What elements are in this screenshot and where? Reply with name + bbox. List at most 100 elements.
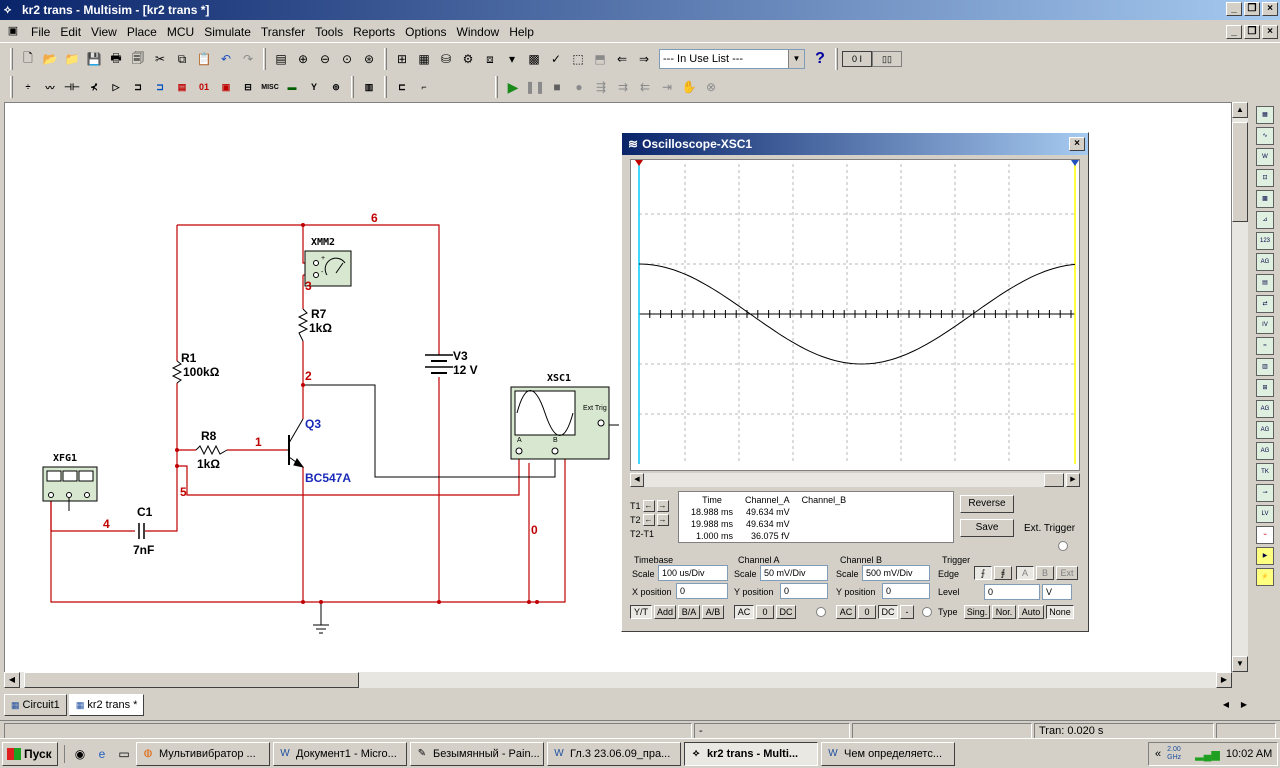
mcu-icon[interactable]: ▥ [358, 76, 380, 98]
ext-trigger-terminal[interactable] [1058, 541, 1068, 551]
menu-mcu[interactable]: MCU [162, 22, 199, 42]
internet-explorer-icon[interactable]: e [93, 745, 111, 763]
channel-b-zero-button[interactable]: 0 [858, 605, 876, 619]
postprocessor-icon[interactable]: ▩ [523, 48, 545, 70]
workspace-horizontal-scrollbar[interactable]: ◀ ▶ [4, 672, 1232, 688]
redo-icon[interactable]: ↷ [237, 48, 259, 70]
transistor-icon[interactable]: ⊀ [83, 76, 105, 98]
channel-a-dc-button[interactable]: DC [776, 605, 796, 619]
hierarchy-icon[interactable]: ⊞ [391, 48, 413, 70]
channel-b-dc-button[interactable]: DC [878, 605, 898, 619]
paste-icon[interactable]: 📋 [193, 48, 215, 70]
workspace-vertical-scrollbar[interactable]: ▲ ▼ [1232, 102, 1248, 672]
database-icon[interactable]: ⛁ [435, 48, 457, 70]
oscilloscope-close-button[interactable]: × [1069, 137, 1085, 151]
oscilloscope-display[interactable] [630, 159, 1080, 471]
simulate-switch-icon[interactable]: 0 I [842, 51, 872, 67]
mdi-restore-button[interactable]: ❐ [1244, 25, 1260, 39]
spreadsheet-icon[interactable]: ▦ [413, 48, 435, 70]
channel-a-terminal[interactable] [816, 607, 826, 617]
frequency-counter-icon[interactable]: 123 [1256, 232, 1274, 250]
distortion-analyzer-icon[interactable]: ≈ [1256, 337, 1274, 355]
mixed-icon[interactable]: 01 [193, 76, 215, 98]
agilent-scope-icon[interactable]: AG [1256, 442, 1274, 460]
restore-button[interactable]: ❐ [1244, 2, 1260, 16]
region-icon[interactable]: ⬚ [567, 48, 589, 70]
scroll-right-icon[interactable]: ▶ [1216, 672, 1232, 688]
multimeter-icon[interactable]: ▦ [1256, 106, 1274, 124]
ab-mode-button[interactable]: A/B [702, 605, 724, 619]
pause-icon[interactable]: ❚❚ [524, 76, 546, 98]
scroll-left-icon[interactable]: ◀ [630, 473, 644, 487]
step-over-icon[interactable]: ⇉ [612, 76, 634, 98]
iv-analyzer-icon[interactable]: IV [1256, 316, 1274, 334]
falling-edge-icon[interactable]: ⨎ [994, 566, 1012, 580]
labview-icon[interactable]: LV [1256, 505, 1274, 523]
advanced-peripherals-icon[interactable]: ▬ [281, 76, 303, 98]
wattmeter-icon[interactable]: W [1256, 148, 1274, 166]
menu-simulate[interactable]: Simulate [199, 22, 256, 42]
channel-b-invert-button[interactable]: - [900, 605, 914, 619]
menu-edit[interactable]: Edit [55, 22, 86, 42]
t1-left-arrow-icon[interactable]: ← [642, 500, 655, 512]
menu-transfer[interactable]: Transfer [256, 22, 310, 42]
task-word-question[interactable]: W Чем определяетс... [821, 741, 955, 766]
tab-next-icon[interactable]: ▶ [1236, 698, 1252, 712]
tektronix-scope-icon[interactable]: TK [1256, 463, 1274, 481]
t2-right-arrow-icon[interactable]: → [656, 514, 669, 526]
word-generator-icon[interactable]: AG [1256, 253, 1274, 271]
channel-a-ac-button[interactable]: AC [734, 605, 754, 619]
trigger-normal-button[interactable]: Nor. [992, 605, 1016, 619]
start-button[interactable]: Пуск [2, 741, 58, 766]
switch-toggle-icon[interactable]: ▯▯ [872, 51, 902, 67]
trigger-source-a-button[interactable]: A [1016, 566, 1034, 580]
logic-analyzer-icon[interactable]: ▤ [1256, 274, 1274, 292]
measurement-probe-icon[interactable]: ⊸ [1256, 484, 1274, 502]
toolbar-grip[interactable] [384, 76, 387, 98]
remove-breakpoints-icon[interactable]: ⊗ [700, 76, 722, 98]
back-annotate-icon[interactable]: ⇐ [611, 48, 633, 70]
new-file-icon[interactable]: 🗋 [17, 48, 39, 70]
channel-b-scale-field[interactable]: 500 mV/Div [862, 565, 930, 581]
network-analyzer-icon[interactable]: ⊞ [1256, 379, 1274, 397]
toolbar-grip[interactable] [10, 76, 13, 98]
zoom-area-icon[interactable]: ⊙ [336, 48, 358, 70]
save-icon[interactable]: 💾 [83, 48, 105, 70]
signal-icon[interactable]: ▂▄▆ [1195, 748, 1220, 761]
mdi-close-button[interactable]: × [1262, 25, 1278, 39]
channel-a-scale-field[interactable]: 50 mV/Div [760, 565, 828, 581]
x-position-field[interactable]: 0 [676, 583, 728, 599]
spectrum-analyzer-icon[interactable]: ▥ [1256, 358, 1274, 376]
erc-icon[interactable]: ✓ [545, 48, 567, 70]
scroll-down-icon[interactable]: ▼ [1232, 656, 1248, 672]
t1-right-arrow-icon[interactable]: → [656, 500, 669, 512]
tab-circuit1[interactable]: ▦ Circuit1 [4, 694, 67, 716]
stop-icon[interactable]: ■ [546, 76, 568, 98]
yt-mode-button[interactable]: Y/T [630, 605, 652, 619]
logic-converter-icon[interactable]: ⇄ [1256, 295, 1274, 313]
tab-prev-icon[interactable]: ◀ [1218, 698, 1234, 712]
basic-icon[interactable]: 〰 [39, 76, 61, 98]
print-icon[interactable]: 🖶 [105, 48, 127, 70]
scroll-right-icon[interactable]: ▶ [1066, 473, 1080, 487]
zoom-fit-icon[interactable]: ⊛ [358, 48, 380, 70]
cut-icon[interactable]: ✂ [149, 48, 171, 70]
grapher-icon[interactable]: ⧈ [479, 48, 501, 70]
trigger-level-unit[interactable]: V [1042, 584, 1072, 600]
menu-options[interactable]: Options [400, 22, 451, 42]
add-mode-button[interactable]: Add [654, 605, 676, 619]
pause-next-icon[interactable]: ● [568, 76, 590, 98]
channel-b-ac-button[interactable]: AC [836, 605, 856, 619]
document-icon[interactable]: ▣ [4, 24, 22, 40]
oscilloscope-title-bar[interactable]: ≋ Oscilloscope-XSC1 × [622, 133, 1088, 155]
tab-kr2-trans[interactable]: ▦ kr2 trans * [68, 694, 145, 716]
oscilloscope-icon[interactable]: ⊡ [1256, 169, 1274, 187]
source-icon[interactable]: ÷ [17, 76, 39, 98]
component-wizard-icon[interactable]: ⚙ [457, 48, 479, 70]
diode-icon[interactable]: ⊣⊢ [61, 76, 83, 98]
clock[interactable]: 10:02 AM [1226, 748, 1272, 760]
hierarchical-block-icon[interactable]: ⊏ [391, 76, 413, 98]
media-player-icon[interactable]: ◉ [71, 745, 89, 763]
copy-icon[interactable]: ⧉ [171, 48, 193, 70]
oscilloscope-scrollbar[interactable]: ◀ ▶ [630, 473, 1080, 487]
